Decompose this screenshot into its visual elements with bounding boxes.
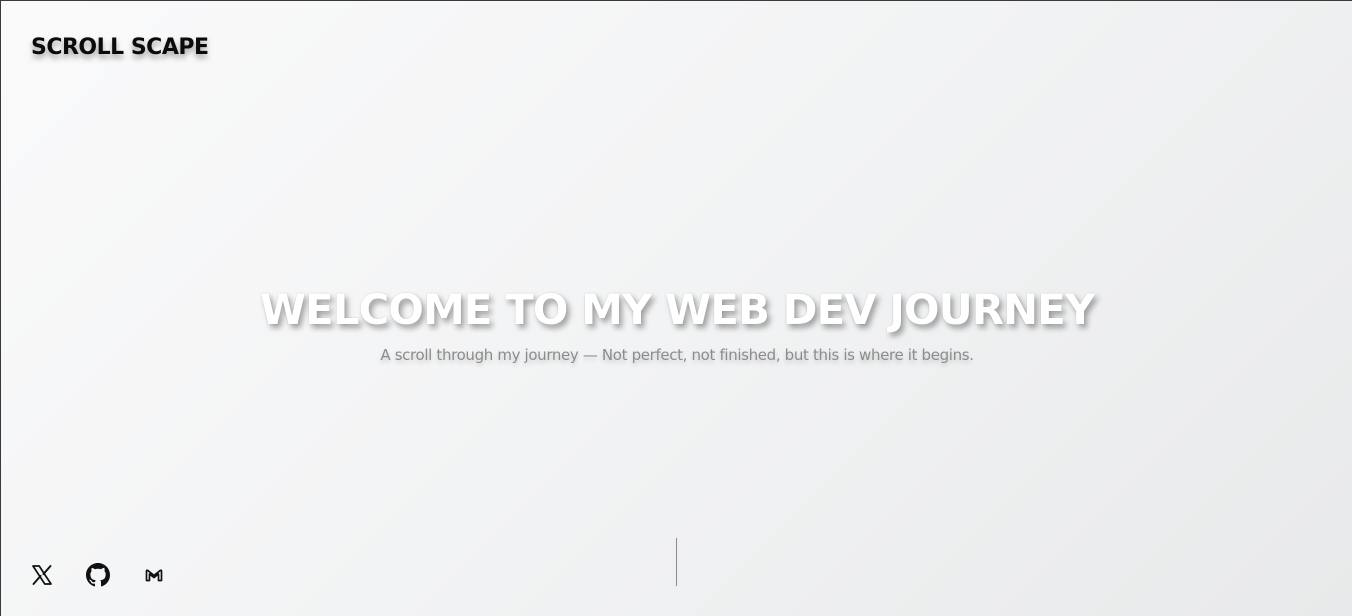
mail-link[interactable] (142, 563, 166, 587)
hero-subtitle: A scroll through my journey — Not perfec… (380, 346, 974, 364)
github-icon (86, 563, 110, 587)
scroll-indicator-line (676, 538, 677, 586)
brand-logo[interactable]: SCROLL SCAPE (31, 35, 209, 60)
x-icon (32, 565, 52, 585)
hero-section: WELCOME TO MY WEB DEV JOURNEY A scroll t… (1, 281, 1352, 364)
x-link[interactable] (30, 563, 54, 587)
github-link[interactable] (86, 563, 110, 587)
hero-title: WELCOME TO MY WEB DEV JOURNEY (259, 285, 1096, 334)
mail-icon (145, 569, 163, 582)
social-links (30, 562, 166, 588)
